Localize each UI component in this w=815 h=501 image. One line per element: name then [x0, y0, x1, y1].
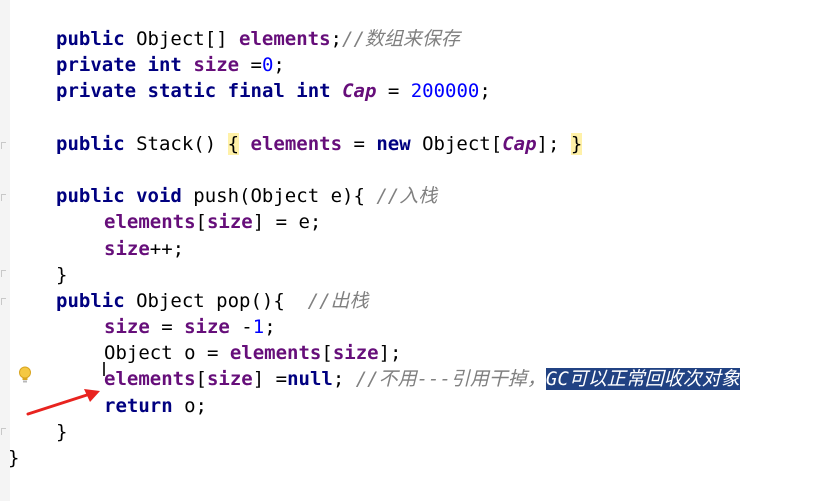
code-token: = — [376, 80, 411, 103]
code-token: static — [147, 80, 217, 103]
code-token: } — [8, 447, 20, 469]
code-line[interactable]: private int size =0; — [0, 52, 740, 78]
selected-text: GC可以正常回收次对象 — [545, 368, 740, 391]
code-token: ]; — [378, 342, 402, 365]
code-token: = — [149, 316, 185, 339]
code-token: elements — [239, 28, 331, 50]
code-token: ; — [273, 54, 285, 77]
code-line[interactable]: public void push(Object e){ //入栈 — [0, 183, 740, 209]
code-line[interactable]: return o; — [0, 393, 740, 419]
code-token: [ — [195, 368, 207, 391]
code-token: new — [376, 132, 411, 155]
code-line[interactable]: } — [0, 445, 740, 471]
code-token: push(Object e){ — [181, 185, 377, 208]
code-token: ]; — [536, 132, 571, 155]
code-token: //入栈 — [376, 185, 438, 208]
code-token: int — [147, 54, 182, 77]
code-token: size — [104, 316, 150, 339]
code-token: ] = — [252, 368, 288, 391]
code-token: elements — [250, 132, 343, 155]
code-token: elements — [104, 211, 196, 234]
code-token: //不用---引用干掉， — [355, 368, 546, 391]
code-token: [ — [195, 211, 207, 234]
code-token: size — [332, 342, 379, 365]
code-token: public — [56, 289, 125, 312]
code-token: 0 — [261, 54, 274, 77]
code-line[interactable]: elements[size] = e; — [0, 209, 740, 235]
code-token: size — [206, 368, 253, 391]
code-token: elements — [229, 342, 322, 365]
code-line[interactable] — [0, 157, 740, 183]
code-line[interactable]: } — [0, 262, 740, 288]
code-token: o; — [172, 394, 207, 417]
code-token: size — [193, 54, 240, 77]
code-token: ++; — [149, 237, 185, 260]
code-token: } — [570, 132, 583, 155]
code-token: //数组来保存 — [342, 28, 460, 50]
code-line[interactable] — [0, 105, 740, 131]
code-token: null — [287, 368, 333, 391]
code-token: Cap — [502, 132, 537, 155]
code-token: public — [56, 28, 125, 50]
red-arrow-annotation — [26, 389, 100, 416]
code-line[interactable]: elements[size] =null; //不用---引用干掉，GC可以正常… — [0, 366, 740, 392]
code-token: = — [239, 54, 262, 77]
code-token: int — [296, 80, 331, 103]
code-token: - — [229, 316, 253, 339]
code-token: Object pop(){ — [124, 289, 308, 312]
code-token: size — [184, 316, 230, 339]
code-token: Object o = — [104, 342, 230, 365]
code-token: ; — [330, 28, 342, 50]
code-token: 1 — [252, 316, 265, 339]
text-cursor — [103, 362, 105, 376]
code-line[interactable]: public Stack() { elements = new Object[C… — [0, 131, 740, 157]
code-editor[interactable]: public Object[] elements;//数组来保存 private … — [0, 26, 740, 471]
code-token: return — [104, 394, 173, 417]
code-token: = — [342, 132, 377, 155]
code-token: private — [56, 80, 137, 103]
code-token: //出栈 — [307, 289, 369, 312]
code-token: ] = e; — [252, 211, 322, 234]
code-token: 200000 — [410, 80, 480, 103]
code-line[interactable]: size++; — [0, 236, 740, 262]
code-token: Stack() — [124, 132, 228, 155]
code-token: elements — [104, 368, 196, 391]
code-token: ; — [264, 316, 276, 339]
code-token: public — [56, 132, 125, 155]
code-token: } — [56, 420, 68, 443]
code-line[interactable]: public Object[] elements;//数组来保存 — [0, 26, 740, 52]
code-token: ; — [332, 368, 356, 391]
code-line[interactable]: private static final int Cap = 200000; — [0, 78, 740, 104]
code-token: size — [104, 237, 150, 260]
code-token: public — [56, 185, 125, 208]
code-line[interactable]: } — [0, 419, 740, 445]
code-token: Object[] — [124, 28, 240, 50]
code-token: Object[ — [410, 132, 503, 155]
code-token: Cap — [342, 80, 377, 103]
code-line[interactable]: size = size -1; — [0, 314, 740, 340]
code-token: ; — [479, 80, 491, 103]
code-token: } — [56, 263, 68, 286]
code-token: { — [227, 132, 240, 155]
code-line[interactable]: public Object pop(){ //出栈 — [0, 288, 740, 314]
code-token: size — [206, 211, 253, 234]
lightbulb-icon[interactable] — [18, 366, 32, 384]
code-token: [ — [321, 342, 333, 365]
code-token: private — [56, 54, 137, 77]
code-token: void — [136, 185, 182, 208]
code-token: final — [227, 80, 285, 103]
code-line[interactable]: Object o = elements[size]; — [0, 340, 740, 366]
